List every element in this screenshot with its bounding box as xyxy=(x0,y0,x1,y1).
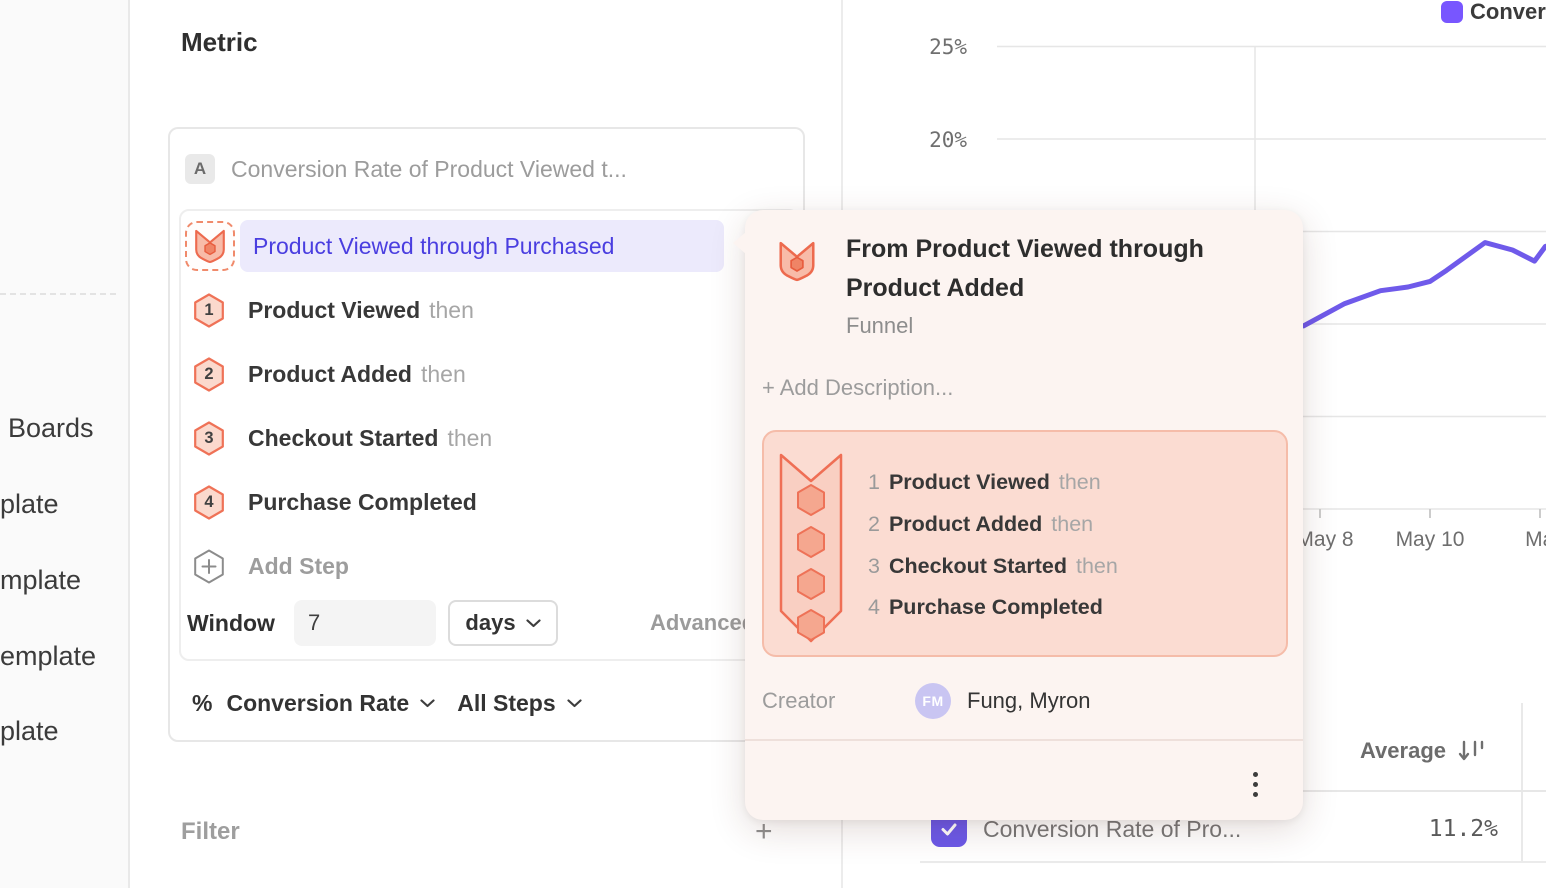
more-options-button[interactable] xyxy=(1247,766,1264,803)
funnel-icon xyxy=(194,228,226,264)
step-number-badge: 1 xyxy=(193,293,225,328)
chevron-down-icon xyxy=(526,619,541,628)
filter-heading: Filter xyxy=(181,816,240,848)
chevron-down-icon xyxy=(420,699,435,708)
sidebar-item-template-4[interactable]: plate xyxy=(0,715,59,747)
funnel-icon-box[interactable] xyxy=(185,221,235,271)
funnel-step-row[interactable]: 1 Product Viewedthen xyxy=(193,293,474,328)
popover-footer-divider xyxy=(745,739,1303,741)
add-step-label: Add Step xyxy=(248,553,349,580)
popover-step-row: 2Product Addedthen xyxy=(868,510,1093,538)
popover-title-line2: Product Added xyxy=(846,269,1204,308)
step-number-badge: 4 xyxy=(193,485,225,520)
step-label: Checkout Startedthen xyxy=(248,425,492,452)
step-number-badge: 2 xyxy=(193,357,225,392)
step-label: Product Viewedthen xyxy=(248,297,474,324)
funnel-ribbon-icon xyxy=(779,453,843,645)
popover-type-label: Funnel xyxy=(846,313,913,339)
funnel-step-row[interactable]: 4 Purchase Completed xyxy=(193,485,486,520)
selected-funnel-range-label: Product Viewed through Purchased xyxy=(253,233,614,260)
kebab-dot xyxy=(1253,792,1258,797)
metric-card: A Conversion Rate of Product Viewed t...… xyxy=(168,127,805,742)
sidebar-item-template-2[interactable]: mplate xyxy=(0,564,81,596)
step-label: Product Addedthen xyxy=(248,361,466,388)
table-row-divider xyxy=(920,861,1546,863)
window-unit-label: days xyxy=(465,610,515,636)
left-sidebar: Boards plate mplate emplate plate xyxy=(0,0,130,888)
funnel-icon xyxy=(778,240,816,282)
sidebar-item-boards[interactable]: Boards xyxy=(8,412,94,444)
funnel-steps-card: 1Product Viewedthen 2Product Addedthen 3… xyxy=(762,430,1288,657)
measure-scope-dropdown[interactable]: All Steps xyxy=(457,690,581,717)
percent-symbol: % xyxy=(192,690,212,717)
popover-step-row: 3Checkout Startedthen xyxy=(868,552,1118,580)
popover-arrow xyxy=(733,232,746,254)
sidebar-item-template-1[interactable]: plate xyxy=(0,488,59,520)
check-icon xyxy=(938,818,960,840)
popover-step-row: 4Purchase Completed xyxy=(868,593,1112,621)
funnel-step-row[interactable]: 3 Checkout Startedthen xyxy=(193,421,492,456)
funnel-builder-box: Product Viewed through Purchased 1 Produ… xyxy=(179,209,799,661)
average-header-label: Average xyxy=(1360,738,1446,764)
sidebar-item-template-3[interactable]: emplate xyxy=(0,640,96,672)
metric-heading: Metric xyxy=(181,27,258,58)
kebab-dot xyxy=(1253,782,1258,787)
window-label: Window xyxy=(187,607,275,639)
chevron-down-icon xyxy=(567,699,582,708)
sidebar-divider xyxy=(0,293,116,295)
creator-avatar: FM xyxy=(915,683,951,719)
measurement-row: % Conversion Rate All Steps xyxy=(192,687,582,719)
series-badge: A xyxy=(185,154,215,184)
funnel-step-row[interactable]: 2 Product Addedthen xyxy=(193,357,466,392)
row-average-value: 11.2% xyxy=(1300,813,1498,845)
popover-title: From Product Viewed through Product Adde… xyxy=(846,230,1204,308)
funnel-hovercard: From Product Viewed through Product Adde… xyxy=(745,210,1303,820)
popover-step-row: 1Product Viewedthen xyxy=(868,468,1101,496)
add-description-button[interactable]: + Add Description... xyxy=(762,374,953,402)
selected-funnel-range[interactable]: Product Viewed through Purchased xyxy=(240,220,724,272)
advanced-button[interactable]: Advanced xyxy=(650,607,755,639)
sort-descending-icon xyxy=(1456,738,1486,764)
step-number-badge: 3 xyxy=(193,421,225,456)
step-label: Purchase Completed xyxy=(248,489,486,516)
creator-name: Fung, Myron xyxy=(967,687,1091,715)
conversion-line xyxy=(1304,243,1546,326)
measure-type-dropdown[interactable]: Conversion Rate xyxy=(226,690,435,717)
add-step-hexagon-plus-icon xyxy=(193,549,225,584)
series-title[interactable]: Conversion Rate of Product Viewed t... xyxy=(231,154,627,184)
popover-title-line1: From Product Viewed through xyxy=(846,230,1204,269)
add-step-button[interactable]: Add Step xyxy=(193,549,349,584)
window-unit-dropdown[interactable]: days xyxy=(448,600,558,646)
creator-label: Creator xyxy=(762,687,835,715)
kebab-dot xyxy=(1253,772,1258,777)
window-value-input[interactable] xyxy=(294,600,436,646)
